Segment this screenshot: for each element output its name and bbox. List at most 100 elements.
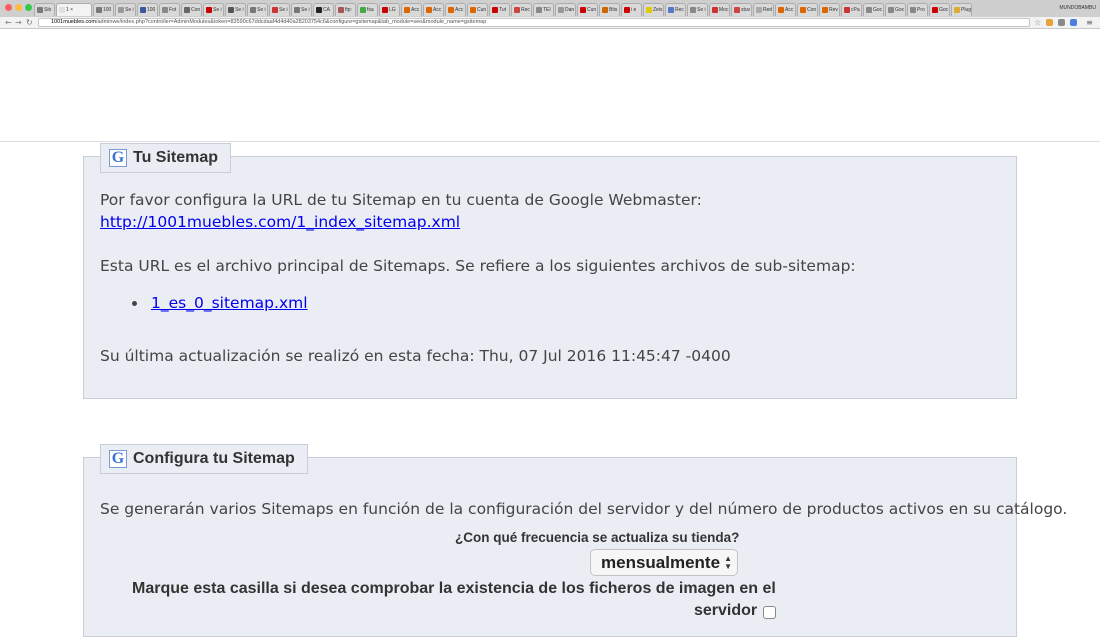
browser-tab[interactable]: 1 × [56,3,92,16]
browser-tab[interactable]: cPa [841,3,862,16]
subsitemap-text: Esta URL es el archivo principal de Site… [100,257,856,275]
config-panel: G Configura tu Sitemap Se generarán vari… [83,444,1067,637]
back-arrow-icon[interactable]: ← [5,17,12,28]
extension-icon[interactable] [1046,19,1053,26]
tab-label: Pro [917,7,925,13]
tab-favicon-icon [536,7,542,13]
tab-favicon-icon [932,7,938,13]
menu-icon[interactable]: ≡ [1086,19,1093,27]
browser-tab[interactable]: Sitı [34,3,55,16]
image-check-checkbox[interactable] [763,606,776,619]
extension-icon[interactable] [1070,19,1077,26]
browser-tab[interactable]: Se i [269,3,290,16]
frequency-select[interactable]: mensualmente ▲ ▼ [590,549,738,576]
browser-tab[interactable]: Zeis [643,3,664,16]
tab-label: Se i [301,7,310,13]
browser-tab[interactable]: Pro [907,3,928,16]
browser-tab[interactable]: Goc [885,3,906,16]
browser-tab[interactable]: Cun [577,3,598,16]
browser-tab[interactable]: Red [753,3,774,16]
tab-favicon-icon [206,7,212,13]
tab-favicon-icon [140,7,146,13]
forward-arrow-icon[interactable]: → [15,17,22,28]
tab-label: Acc [785,7,794,13]
browser-tab[interactable]: Acc [445,3,466,16]
browser-tab[interactable]: ftp: [335,3,356,16]
tab-label: Tut [499,7,507,13]
browser-tab[interactable]: Se i [225,3,246,16]
browser-tab[interactable]: Acc [423,3,444,16]
tab-label: Fot [169,7,177,13]
browser-tab[interactable]: LG [379,3,400,16]
browser-tab[interactable]: Moc [709,3,730,16]
browser-tab[interactable]: i e [621,3,642,16]
browser-tab[interactable]: Dan [555,3,576,16]
browser-tab[interactable]: Se i [203,3,224,16]
select-arrows-icon: ▲ ▼ [724,554,732,571]
sitemap-intro-text: Por favor configura la URL de tu Sitemap… [100,191,702,209]
browser-tab[interactable]: Plug [951,3,972,16]
tab-favicon-icon [162,7,168,13]
config-description: Se generarán varios Sitemaps en función … [100,500,1068,518]
browser-tab[interactable]: CA [313,3,334,16]
tab-label: Se i [697,7,706,13]
sitemap-panel-title: Tu Sitemap [133,149,219,166]
tab-label: Se i [213,7,222,13]
list-bullet [132,301,137,306]
header-divider [0,141,1100,142]
tab-label: Acc [433,7,442,13]
sitemap-url-link[interactable]: http://1001muebles.com/1_index_sitemap.x… [100,212,460,232]
browser-tab[interactable]: Se i [291,3,312,16]
browser-tab[interactable]: Cun [467,3,488,16]
tab-favicon-icon [778,7,784,13]
browser-tab[interactable]: fsa [357,3,378,16]
close-window-button[interactable] [5,4,12,11]
browser-tab[interactable]: Rec [511,3,532,16]
profile-name[interactable]: MUNDOBAMBU [1046,3,1096,13]
config-panel-title: Configura tu Sitemap [133,450,295,467]
tab-favicon-icon [888,7,894,13]
browser-tab[interactable]: Se i [115,3,136,16]
tab-favicon-icon [37,7,43,13]
bookmark-star-icon[interactable]: ☆ [1034,19,1041,27]
browser-tab[interactable]: Acc [775,3,796,16]
reload-icon[interactable]: ↻ [26,17,33,28]
browser-tab[interactable]: Con [797,3,818,16]
browser-tab-bar: Sitı 1 × 100 Se i 100 Fot Con Se i Se i Se i Se i S… [0,0,1100,18]
browser-tab[interactable]: TEI [533,3,554,16]
maximize-window-button[interactable] [25,4,32,11]
tab-label: Se i [257,7,266,13]
tab-favicon-icon [602,7,608,13]
browser-tab[interactable]: 100 [93,3,114,16]
tab-label: LG [389,7,396,13]
config-panel-header: G Configura tu Sitemap [100,444,308,474]
browser-tab[interactable]: Con [181,3,202,16]
browser-tab[interactable]: stuv [731,3,752,16]
address-bar[interactable]: 1001muebles.com/adminwe/index.php?contro… [38,18,1030,27]
extension-icon[interactable] [1058,19,1065,26]
tab-label: 100 [147,7,156,13]
browser-toolbar: ← → ↻ 1001muebles.com/adminwe/index.php?… [0,17,1100,29]
tab-label: Goc [873,7,883,13]
browser-tab[interactable]: Goc [863,3,884,16]
browser-tab[interactable]: Acc [401,3,422,16]
browser-tab[interactable]: Tut [489,3,510,16]
tab-label: stuv [741,7,751,13]
minimize-window-button[interactable] [15,4,22,11]
sitemap-panel-header: G Tu Sitemap [100,143,232,173]
image-check-label-continued: servidor [694,602,758,619]
browser-tab[interactable]: Goc [929,3,950,16]
browser-tab[interactable]: Rev [819,3,840,16]
tab-favicon-icon [272,7,278,13]
browser-tab[interactable]: Fot [159,3,180,16]
subsitemap-link[interactable]: 1_es_0_sitemap.xml [151,293,308,313]
browser-tab[interactable]: Bits [599,3,620,16]
image-check-label: Marque esta casilla si desea comprobar l… [132,580,776,597]
browser-tab[interactable]: 100 [137,3,158,16]
tab-label: Acc [455,7,464,13]
tab-favicon-icon [844,7,850,13]
tab-label: Se i [279,7,288,13]
browser-tab[interactable]: Rec [665,3,686,16]
browser-tab[interactable]: Se i [247,3,268,16]
browser-tab[interactable]: Se i [687,3,708,16]
